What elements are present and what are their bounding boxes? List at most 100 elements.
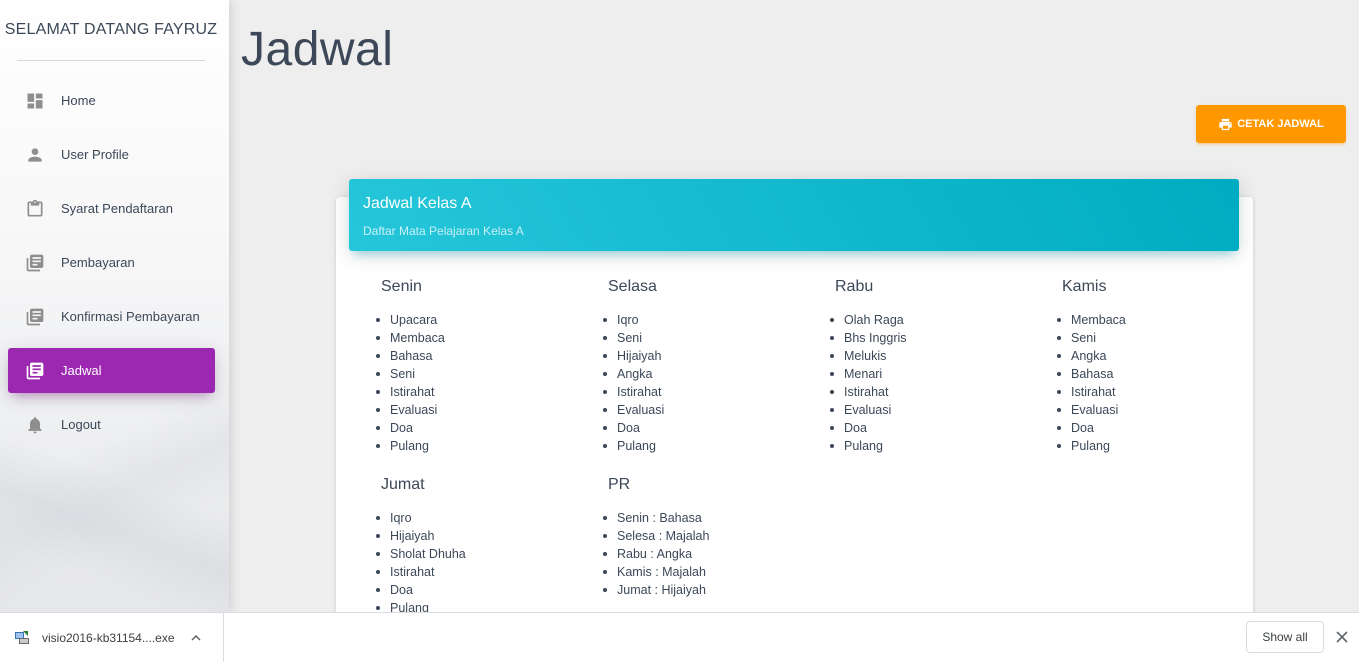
sidebar-item-home[interactable]: Home <box>8 78 215 123</box>
day-heading: Jumat <box>381 476 425 493</box>
chevron-up-icon[interactable] <box>190 632 202 644</box>
list-item: Olah Raga <box>830 311 1035 329</box>
list-item: Menari <box>830 365 1035 383</box>
day-heading: Rabu <box>835 278 874 295</box>
day-column-senin: Senin Upacara Membaca Bahasa Seni Istira… <box>376 278 581 455</box>
list-item: Senin : Bahasa <box>603 509 808 527</box>
day-column-kamis: Kamis Membaca Seni Angka Bahasa Istiraha… <box>1057 278 1262 455</box>
list-item: Istirahat <box>1057 383 1262 401</box>
close-icon <box>1336 631 1348 643</box>
sidebar-item-pembayaran[interactable]: Pembayaran <box>8 240 215 285</box>
list-item: Evaluasi <box>1057 401 1262 419</box>
list-item: Istirahat <box>376 383 581 401</box>
day-heading: Kamis <box>1062 278 1107 295</box>
sidebar-item-jadwal[interactable]: Jadwal <box>8 348 215 393</box>
list-item: Bahasa <box>1057 365 1262 383</box>
subject-list: Olah Raga Bhs Inggris Melukis Menari Ist… <box>830 311 1035 455</box>
subject-list: Membaca Seni Angka Bahasa Istirahat Eval… <box>1057 311 1262 455</box>
list-item: Upacara <box>376 311 581 329</box>
sidebar-item-label: Home <box>61 93 96 108</box>
list-item: Pulang <box>376 437 581 455</box>
sidebar-item-label: Konfirmasi Pembayaran <box>61 309 200 324</box>
list-item: Bahasa <box>376 347 581 365</box>
day-column-rabu: Rabu Olah Raga Bhs Inggris Melukis Menar… <box>830 278 1035 455</box>
brand-title[interactable]: SELAMAT DATANG FAYRUZ <box>0 0 222 60</box>
list-item: Istirahat <box>603 383 808 401</box>
download-bar: visio2016-kb31154....exe Show all <box>0 612 1359 662</box>
print-schedule-button[interactable]: CETAK JADWAL <box>1196 105 1346 143</box>
list-item: Seni <box>603 329 808 347</box>
list-item: Melukis <box>830 347 1035 365</box>
show-all-button[interactable]: Show all <box>1246 621 1324 653</box>
card-subtitle: Daftar Mata Pelajaran Kelas A <box>363 224 524 238</box>
sidebar-item-konfirmasi-pembayaran[interactable]: Konfirmasi Pembayaran <box>8 294 215 339</box>
print-button-label: CETAK JADWAL <box>1237 118 1324 130</box>
list-item: Iqro <box>376 509 581 527</box>
list-item: Hijaiyah <box>603 347 808 365</box>
sidebar-item-logout[interactable]: Logout <box>8 402 215 447</box>
library-books-icon <box>24 252 46 274</box>
list-item: Selesa : Majalah <box>603 527 808 545</box>
clipboard-icon <box>24 198 46 220</box>
list-item: Doa <box>376 419 581 437</box>
list-item: Doa <box>376 581 581 599</box>
library-books-icon <box>24 360 46 382</box>
download-item[interactable]: visio2016-kb31154....exe <box>0 613 224 662</box>
sidebar-item-syarat-pendaftaran[interactable]: Syarat Pendaftaran <box>8 186 215 231</box>
list-item: Seni <box>376 365 581 383</box>
sidebar: SELAMAT DATANG FAYRUZ Home User Profile … <box>0 0 229 612</box>
list-item: Evaluasi <box>376 401 581 419</box>
list-item: Angka <box>603 365 808 383</box>
sidebar-nav: Home User Profile Syarat Pendaftaran Pem… <box>8 78 215 456</box>
card-header: Jadwal Kelas A Daftar Mata Pelajaran Kel… <box>349 179 1239 251</box>
sidebar-item-label: Pembayaran <box>61 255 135 270</box>
list-item: Pulang <box>830 437 1035 455</box>
sidebar-item-label: Jadwal <box>61 363 102 378</box>
brand-divider <box>17 60 205 61</box>
list-item: Pulang <box>1057 437 1262 455</box>
list-item: Bhs Inggris <box>830 329 1035 347</box>
dashboard-icon <box>24 90 46 112</box>
list-item: Sholat Dhuha <box>376 545 581 563</box>
list-item: Istirahat <box>376 563 581 581</box>
list-item: Evaluasi <box>603 401 808 419</box>
installer-icon <box>15 631 29 644</box>
day-column-pr: PR Senin : Bahasa Selesa : Majalah Rabu … <box>603 476 808 599</box>
list-item: Istirahat <box>830 383 1035 401</box>
sidebar-item-label: Syarat Pendaftaran <box>61 201 174 216</box>
list-item: Membaca <box>1057 311 1262 329</box>
list-item: Seni <box>1057 329 1262 347</box>
list-item: Doa <box>830 419 1035 437</box>
page-title: Jadwal <box>241 23 394 76</box>
subject-list: Iqro Hijaiyah Sholat Dhuha Istirahat Doa… <box>376 509 581 617</box>
close-download-bar-button[interactable] <box>1332 627 1352 647</box>
list-item: Rabu : Angka <box>603 545 808 563</box>
subject-list: Upacara Membaca Bahasa Seni Istirahat Ev… <box>376 311 581 455</box>
day-column-selasa: Selasa Iqro Seni Hijaiyah Angka Istiraha… <box>603 278 808 455</box>
card-title: Jadwal Kelas A <box>363 195 472 212</box>
day-heading: PR <box>608 476 631 493</box>
list-item: Hijaiyah <box>376 527 581 545</box>
download-file-name: visio2016-kb31154....exe <box>42 631 175 645</box>
subject-list: Senin : Bahasa Selesa : Majalah Rabu : A… <box>603 509 808 599</box>
list-item: Doa <box>603 419 808 437</box>
bell-icon <box>24 414 46 436</box>
list-item: Pulang <box>603 437 808 455</box>
sidebar-item-user-profile[interactable]: User Profile <box>8 132 215 177</box>
printer-icon <box>1219 118 1232 130</box>
list-item: Membaca <box>376 329 581 347</box>
person-icon <box>24 144 46 166</box>
sidebar-item-label: Logout <box>61 417 101 432</box>
list-item: Jumat : Hijaiyah <box>603 581 808 599</box>
library-books-icon <box>24 306 46 328</box>
list-item: Evaluasi <box>830 401 1035 419</box>
day-heading: Selasa <box>608 278 657 295</box>
sidebar-item-label: User Profile <box>61 147 129 162</box>
list-item: Iqro <box>603 311 808 329</box>
subject-list: Iqro Seni Hijaiyah Angka Istirahat Evalu… <box>603 311 808 455</box>
list-item: Angka <box>1057 347 1262 365</box>
day-heading: Senin <box>381 278 422 295</box>
list-item: Doa <box>1057 419 1262 437</box>
list-item: Kamis : Majalah <box>603 563 808 581</box>
day-column-jumat: Jumat Iqro Hijaiyah Sholat Dhuha Istirah… <box>376 476 581 617</box>
